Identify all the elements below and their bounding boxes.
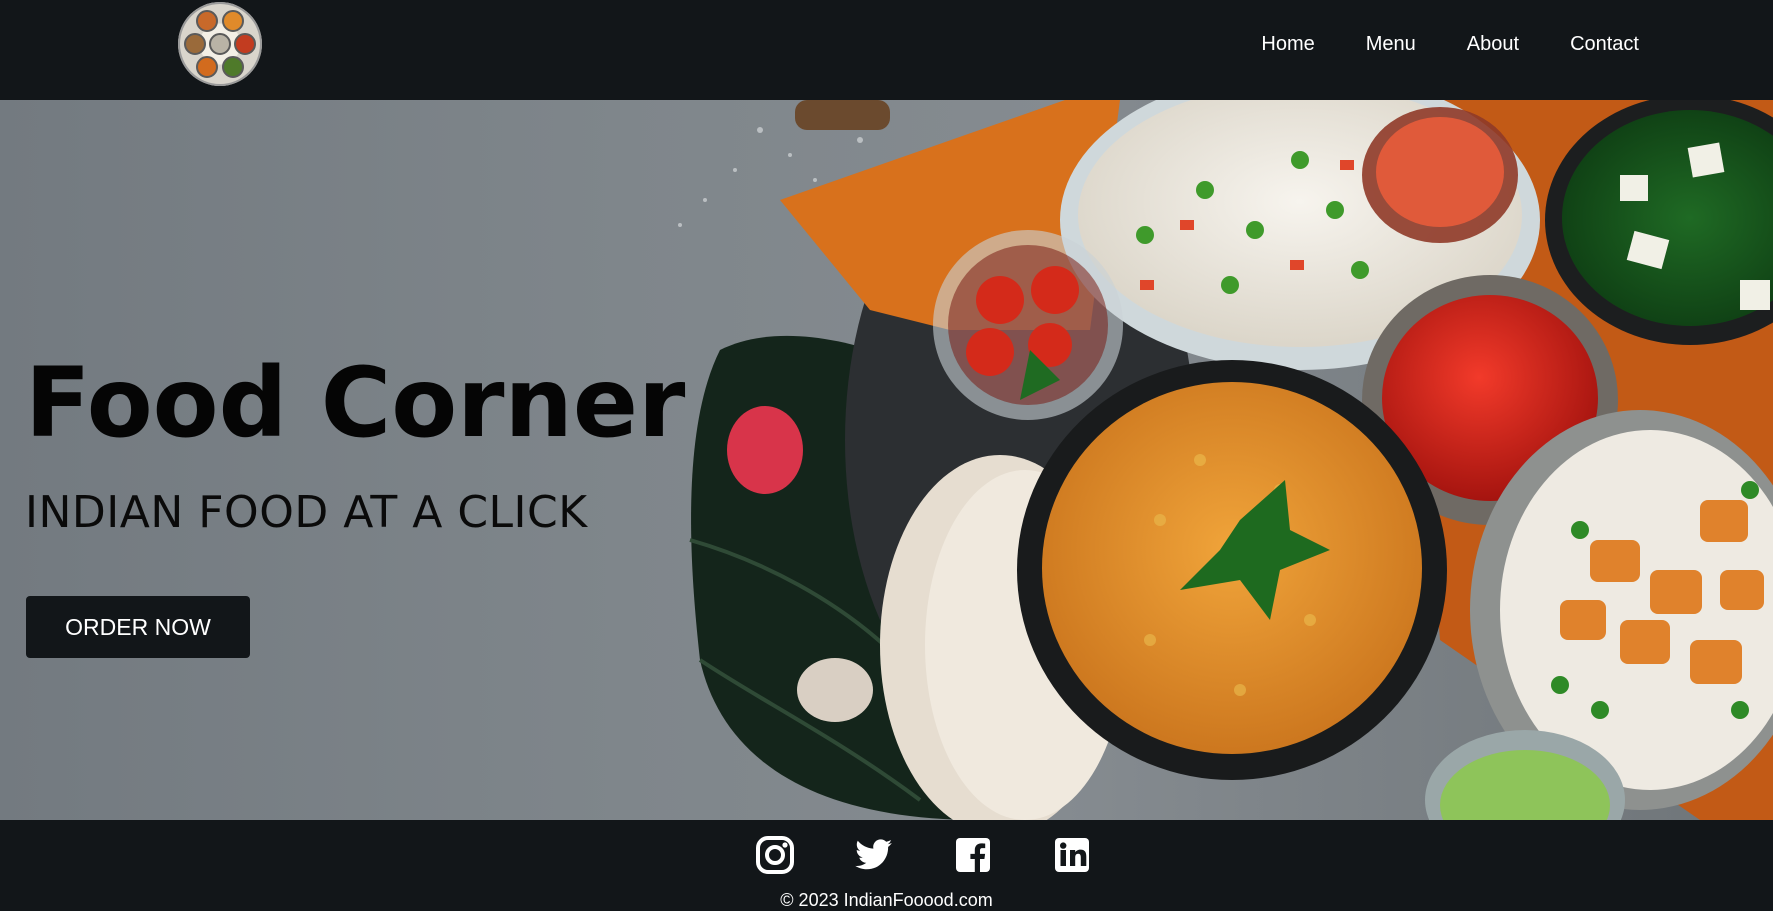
twitter-icon[interactable] [854, 835, 953, 875]
thali-plate-logo-icon[interactable] [178, 2, 262, 86]
navbar: Home Menu About Contact [0, 0, 1773, 100]
instagram-icon[interactable] [755, 835, 854, 875]
order-now-button[interactable]: ORDER NOW [26, 596, 250, 658]
nav-link-about[interactable]: About [1467, 30, 1519, 58]
indian-food-spread-photo [678, 100, 1773, 820]
linkedin-icon[interactable] [1052, 835, 1151, 875]
social-links [755, 835, 1151, 875]
facebook-icon[interactable] [953, 835, 1052, 875]
nav-link-contact[interactable]: Contact [1570, 30, 1639, 58]
footer: © 2023 IndianFooood.com [0, 820, 1773, 910]
hero-banner: Food Corner INDIAN FOOD AT A CLICK ORDER… [0, 100, 1773, 820]
hero-subtitle: INDIAN FOOD AT A CLICK [25, 487, 588, 538]
hero-title: Food Corner [25, 347, 686, 459]
nav-link-menu[interactable]: Menu [1366, 30, 1416, 58]
nav-link-home[interactable]: Home [1261, 30, 1314, 58]
main-nav: Home Menu About Contact [1210, 30, 1639, 58]
copyright-text: © 2023 IndianFooood.com [780, 890, 993, 910]
